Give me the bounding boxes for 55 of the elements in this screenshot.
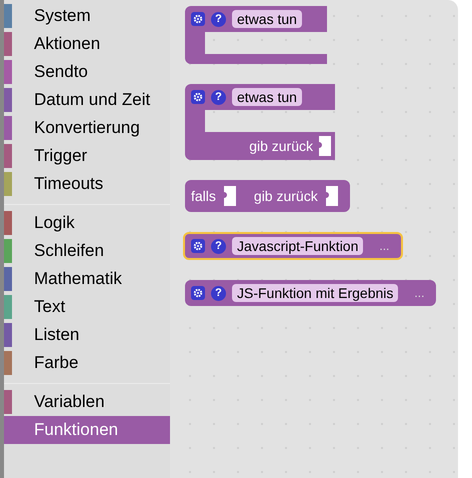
category-label: Datum und Zeit	[34, 89, 150, 112]
category-label: Sendto	[34, 61, 88, 84]
help-icon[interactable]: ?	[211, 90, 226, 104]
toolbox-category[interactable]: Sendto	[4, 58, 170, 86]
toolbox-category[interactable]: Schleifen	[4, 237, 170, 265]
input-socket	[326, 186, 338, 206]
toolbox-category[interactable]: Mathematik	[4, 265, 170, 293]
category-label: Konvertierung	[34, 117, 140, 140]
help-icon[interactable]: ?	[211, 286, 226, 300]
condition-label: falls	[191, 186, 216, 206]
category-label: Trigger	[34, 145, 88, 168]
gear-icon[interactable]	[191, 286, 205, 300]
category-label: Funktionen	[34, 419, 118, 442]
more-label[interactable]: ...	[379, 237, 390, 255]
toolbox-category[interactable]: Trigger	[4, 142, 170, 170]
category-label: Timeouts	[34, 173, 104, 196]
toolbox-category[interactable]: Variablen	[4, 388, 170, 416]
toolbox-category[interactable]: Aktionen	[4, 30, 170, 58]
block-header[interactable]: falls gib zurück	[185, 180, 350, 212]
toolbox-category[interactable]: Konvertierung	[4, 114, 170, 142]
toolbox-category[interactable]: Listen	[4, 321, 170, 349]
name-field[interactable]: Javascript-Funktion	[232, 237, 364, 255]
name-field[interactable]: etwas tun	[232, 88, 302, 106]
toolbox-category[interactable]: Farbe	[4, 349, 170, 377]
category-label: Logik	[34, 212, 75, 234]
toolbox-category[interactable]: Text	[4, 293, 170, 321]
input-socket	[224, 186, 236, 206]
block-header[interactable]: ? JS-Funktion mit Ergebnis ...	[185, 280, 436, 306]
toolbox-category[interactable]: Logik	[4, 209, 170, 237]
category-label: Schleifen	[34, 240, 104, 262]
category-label: Text	[34, 296, 66, 318]
block-header[interactable]: ? Javascript-Funktion ...	[183, 232, 404, 260]
more-label[interactable]: ...	[414, 284, 424, 302]
gear-icon[interactable]	[191, 90, 205, 104]
name-field[interactable]: JS-Funktion mit Ergebnis	[232, 284, 398, 302]
input-socket	[319, 136, 331, 156]
toolbox-category[interactable]: Datum und Zeit	[4, 86, 170, 114]
return-label: gib zurück	[254, 186, 318, 206]
gear-icon[interactable]	[191, 239, 205, 253]
category-label: Mathematik	[34, 268, 122, 290]
gear-icon[interactable]	[191, 12, 205, 26]
category-label: Aktionen	[34, 33, 100, 56]
category-label: Variablen	[34, 391, 105, 414]
help-icon[interactable]: ?	[211, 238, 226, 254]
category-label: Farbe	[34, 352, 78, 374]
return-label: gib zurück	[249, 136, 313, 156]
block-header[interactable]: ? etwas tun	[185, 84, 335, 110]
category-label: Listen	[34, 324, 80, 346]
toolbox-category[interactable]: Funktionen	[4, 416, 170, 444]
category-label: System	[34, 5, 91, 28]
help-icon[interactable]: ?	[211, 12, 226, 26]
block-header[interactable]: ? etwas tun	[185, 6, 327, 32]
toolbox-category[interactable]: Timeouts	[4, 170, 170, 198]
toolbox-category[interactable]: System	[4, 2, 170, 30]
name-field[interactable]: etwas tun	[232, 10, 302, 28]
